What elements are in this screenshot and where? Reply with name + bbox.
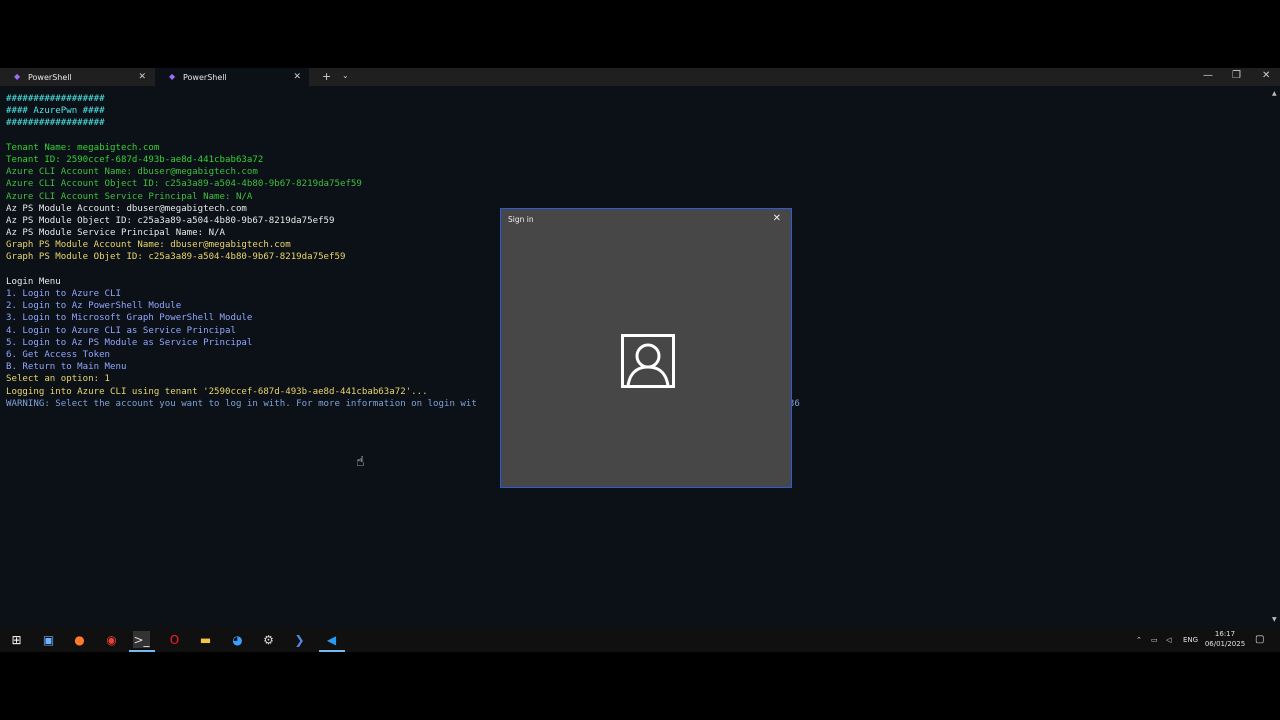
active-indicator bbox=[319, 650, 345, 652]
active-indicator bbox=[129, 650, 155, 652]
clock-time: 16:17 bbox=[1214, 630, 1236, 638]
terminal-icon[interactable]: >_ bbox=[133, 631, 150, 648]
powershell-icon: ◆ bbox=[14, 72, 21, 81]
sign-in-dialog: Sign in ✕ bbox=[500, 208, 792, 488]
scroll-up-icon[interactable]: ▲ bbox=[1272, 90, 1277, 97]
terminal-line: Azure CLI Account Object ID: c25a3a89-a5… bbox=[6, 179, 362, 190]
task-view-icon[interactable]: ▣ bbox=[40, 631, 57, 648]
tab-bar: ◆ PowerShell ✕ ◆ PowerShell ✕ + ⌄ — ❐ ✕ bbox=[0, 68, 1280, 86]
terminal-line: Tenant Name: megabigtech.com bbox=[6, 142, 160, 153]
notification-icon[interactable]: ▢ bbox=[1255, 627, 1264, 652]
firefox-icon[interactable]: ● bbox=[71, 631, 88, 648]
terminal-line: ################## bbox=[6, 118, 105, 129]
user-avatar-icon bbox=[621, 334, 675, 388]
app-icon[interactable]: ◕ bbox=[229, 631, 246, 648]
close-icon[interactable]: ✕ bbox=[773, 213, 781, 224]
tab-powershell-2[interactable]: ◆ PowerShell ✕ bbox=[155, 68, 309, 86]
minimize-icon[interactable]: — bbox=[1203, 70, 1213, 81]
powershell-icon: ◆ bbox=[169, 72, 176, 81]
scroll-down-icon[interactable]: ▼ bbox=[1272, 616, 1277, 623]
terminal-line: Tenant ID: 2590ccef-687d-493b-ae8d-441cb… bbox=[6, 154, 264, 165]
terminal-line: Azure CLI Account Name: dbuser@megabigte… bbox=[6, 167, 258, 178]
hand-cursor-icon: ☝ bbox=[356, 454, 365, 470]
chrome-icon[interactable]: ◉ bbox=[103, 631, 120, 648]
terminal-line: #### AzurePwn #### bbox=[6, 106, 105, 117]
vscode-icon[interactable]: ◀ bbox=[323, 631, 340, 648]
clock-date: 06/01/2025 bbox=[1204, 640, 1246, 648]
restore-icon[interactable]: ❐ bbox=[1232, 70, 1241, 81]
powershell-icon[interactable]: ❯ bbox=[291, 631, 308, 648]
scrollbar[interactable]: ▲ ▼ bbox=[1270, 86, 1280, 627]
taskbar: ⊞ ▣ ● ◉ >_ O ▬ ◕ ⚙ ❯ ◀ ⌃ ▭ ◁ ENG 16:17 0… bbox=[0, 627, 1280, 652]
close-window-icon[interactable]: ✕ bbox=[1262, 70, 1270, 81]
terminal-line: ################## bbox=[6, 94, 105, 104]
tab-label: PowerShell bbox=[28, 72, 72, 82]
tab-label: PowerShell bbox=[183, 72, 227, 82]
close-tab-icon[interactable]: ✕ bbox=[293, 72, 301, 82]
windows-start-icon[interactable]: ⊞ bbox=[8, 631, 25, 648]
settings-gear-icon[interactable]: ⚙ bbox=[260, 631, 277, 648]
chevron-up-icon[interactable]: ⌃ bbox=[1136, 627, 1142, 652]
new-tab-icon[interactable]: + bbox=[322, 70, 331, 83]
close-tab-icon[interactable]: ✕ bbox=[138, 72, 146, 82]
network-icon[interactable]: ▭ bbox=[1151, 627, 1158, 652]
terminal-line: Azure CLI Account Service Principal Name… bbox=[6, 191, 253, 202]
chevron-down-icon[interactable]: ⌄ bbox=[342, 71, 349, 80]
file-explorer-icon[interactable]: ▬ bbox=[197, 631, 214, 648]
language-indicator[interactable]: ENG bbox=[1183, 627, 1198, 652]
tab-powershell-1[interactable]: ◆ PowerShell ✕ bbox=[0, 68, 154, 86]
volume-icon[interactable]: ◁ bbox=[1166, 627, 1171, 652]
dialog-title: Sign in bbox=[508, 215, 534, 224]
clock[interactable]: 16:17 06/01/2025 bbox=[1200, 629, 1250, 649]
opera-icon[interactable]: O bbox=[166, 631, 183, 648]
